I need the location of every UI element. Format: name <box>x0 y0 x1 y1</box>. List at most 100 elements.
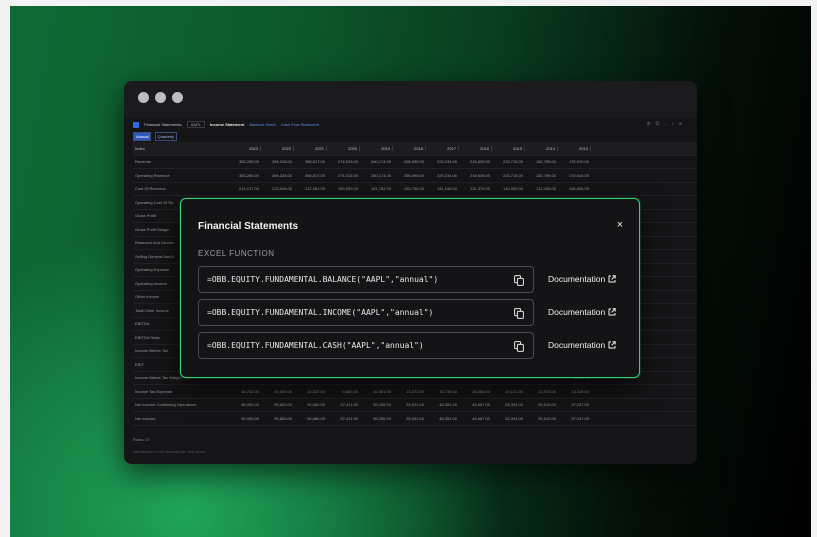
table-cell: 212,981.00 <box>304 186 325 192</box>
table-cell: 215,639.00 <box>469 172 490 178</box>
table-cell: 39,510.00 <box>538 402 556 408</box>
ticker-selector[interactable]: AAPL <box>186 121 205 128</box>
table-cell: 233,715.00 <box>502 159 523 165</box>
function-row-balance: =OBB.EQUITY.FUNDAMENTAL.BALANCE("AAPL","… <box>198 266 624 293</box>
table-cell: 48,351.00 <box>439 415 457 421</box>
widget-toolbar: Financial Statements AAPL Income Stateme… <box>133 121 688 130</box>
table-cell: 19,300.00 <box>274 388 292 394</box>
section-label: EXCEL FUNCTION <box>198 249 275 258</box>
table-cell: 182,795.00 <box>535 159 556 165</box>
table-cell: 265,595.00 <box>403 159 424 165</box>
column-header[interactable]: Index <box>133 146 228 151</box>
table-cell: 394,328.00 <box>271 159 292 165</box>
table-cell: 45,687.00 <box>472 402 490 408</box>
table-cell: 99,803.00 <box>274 415 292 421</box>
documentation-label: Documentation <box>548 340 606 350</box>
desktop-background: Financial Statements AAPL Income Stateme… <box>10 6 811 537</box>
tab-balance-sheet[interactable]: Balance Sheet <box>250 122 276 127</box>
table-cell: 170,910.00 <box>568 159 589 165</box>
table-cell: 112,258.00 <box>536 186 556 192</box>
formula-field[interactable]: =OBB.EQUITY.FUNDAMENTAL.CASH("AAPL","ann… <box>198 332 534 359</box>
table-cell: 53,394.00 <box>505 402 523 408</box>
formula-text[interactable]: =OBB.EQUITY.FUNDAMENTAL.INCOME("AAPL","a… <box>207 308 433 317</box>
copy-icon[interactable] <box>514 308 524 319</box>
table-row: Income Tax Expense 16,741.00 19,300.00 14,5… <box>133 385 697 399</box>
table-row: Net Income 96,995.00 99,803.00 94,680.00 57,… <box>133 412 697 426</box>
table-cell: 163,756.00 <box>403 186 424 192</box>
tab-annual[interactable]: Annual <box>133 132 152 141</box>
formula-field[interactable]: =OBB.EQUITY.FUNDAMENTAL.INCOME("AAPL","a… <box>198 299 534 326</box>
fetch-note: Data fetched in 0.65 seconds from 'fmp' … <box>133 450 206 454</box>
window-close-dot[interactable] <box>138 92 149 103</box>
widget-title: Financial Statements <box>144 122 182 127</box>
table-cell: 39,510.00 <box>538 415 556 421</box>
table-cell: 16,741.00 <box>241 388 259 394</box>
table-cell: 233,715.00 <box>502 172 523 178</box>
tab-income-statement[interactable]: Income Statement <box>210 122 244 127</box>
table-cell: 15,738.00 <box>439 388 457 394</box>
formula-text[interactable]: =OBB.EQUITY.FUNDAMENTAL.BALANCE("AAPL","… <box>207 275 438 284</box>
row-label: Operating Revenue <box>135 172 170 178</box>
column-header[interactable]: 2019 <box>360 145 393 151</box>
table-cell: 57,411.00 <box>340 415 359 421</box>
table-cell: 13,372.00 <box>406 388 424 394</box>
rows-count: Rows: 37 <box>133 437 150 442</box>
table-cell: 265,595.00 <box>403 172 424 178</box>
table-cell: 274,515.00 <box>337 159 358 165</box>
column-header[interactable]: 2021 <box>294 145 327 151</box>
copy-icon[interactable] <box>514 275 524 286</box>
formula-text[interactable]: =OBB.EQUITY.FUNDAMENTAL.CASH("AAPL","ann… <box>207 341 424 350</box>
row-label: Net Income Continuing Operations <box>135 402 197 408</box>
table-cell: 383,285.00 <box>238 172 259 178</box>
column-header[interactable]: 2023 <box>228 145 261 151</box>
formula-field[interactable]: =OBB.EQUITY.FUNDAMENTAL.BALANCE("AAPL","… <box>198 266 534 293</box>
table-cell: 9,680.00 <box>342 388 358 394</box>
documentation-link[interactable]: Documentation <box>548 274 616 284</box>
table-cell: 215,639.00 <box>469 159 490 165</box>
window-minimize-dot[interactable] <box>155 92 166 103</box>
close-icon[interactable]: × <box>617 220 623 231</box>
tab-cash-flow[interactable]: Cash Flow Statement <box>281 122 319 127</box>
table-cell: 59,531.00 <box>406 415 424 421</box>
table-cell: 383,285.00 <box>238 159 259 165</box>
tab-quarterly[interactable]: Quarterly <box>154 132 178 141</box>
table-cell: 59,531.00 <box>406 402 424 408</box>
table-cell: 55,256.00 <box>373 415 391 421</box>
column-header[interactable]: 2022 <box>261 145 294 151</box>
column-header[interactable]: 2015 <box>492 145 525 151</box>
table-cell: 37,037.00 <box>571 402 589 408</box>
widget-logo-icon <box>133 121 139 128</box>
documentation-link[interactable]: Documentation <box>548 307 616 317</box>
column-header[interactable]: 2016 <box>459 145 492 151</box>
row-label: Revenue <box>135 159 152 165</box>
table-cell: 55,256.00 <box>373 402 391 408</box>
table-cell: 19,121.00 <box>505 388 523 394</box>
table-cell: 141,048.00 <box>436 186 457 192</box>
widget-controls[interactable]: ⏱ ⟲ – ↕ ✕ <box>647 121 684 126</box>
function-row-income: =OBB.EQUITY.FUNDAMENTAL.INCOME("AAPL","a… <box>198 299 624 326</box>
table-cell: 169,559.00 <box>337 186 358 192</box>
table-cell: 140,089.00 <box>502 186 523 192</box>
external-link-icon <box>608 308 616 316</box>
column-header[interactable]: 2017 <box>426 145 459 151</box>
external-link-icon <box>608 341 616 349</box>
table-cell: 365,817.00 <box>304 172 325 178</box>
documentation-link[interactable]: Documentation <box>548 340 616 350</box>
column-header[interactable]: 2020 <box>327 145 360 151</box>
column-header[interactable]: 2014 <box>525 145 558 151</box>
table-cell: 37,037.00 <box>571 415 589 421</box>
row-label: Cost Of Revenue <box>135 186 166 192</box>
table-cell: 53,394.00 <box>505 415 523 421</box>
column-header[interactable]: 2018 <box>393 145 426 151</box>
table-cell: 57,411.00 <box>340 402 359 408</box>
column-header[interactable]: 2013 <box>558 145 591 151</box>
window-maximize-dot[interactable] <box>172 92 183 103</box>
table-cell: 13,973.00 <box>538 388 556 394</box>
row-label: Income Tax Expense <box>135 388 173 394</box>
copy-icon[interactable] <box>514 341 524 352</box>
table-cell: 161,782.00 <box>370 186 391 192</box>
table-cell: 10,481.00 <box>373 388 391 394</box>
table-cell: 96,995.00 <box>241 402 259 408</box>
table-cell: 260,174.00 <box>370 172 391 178</box>
table-cell: 106,606.00 <box>568 186 589 192</box>
